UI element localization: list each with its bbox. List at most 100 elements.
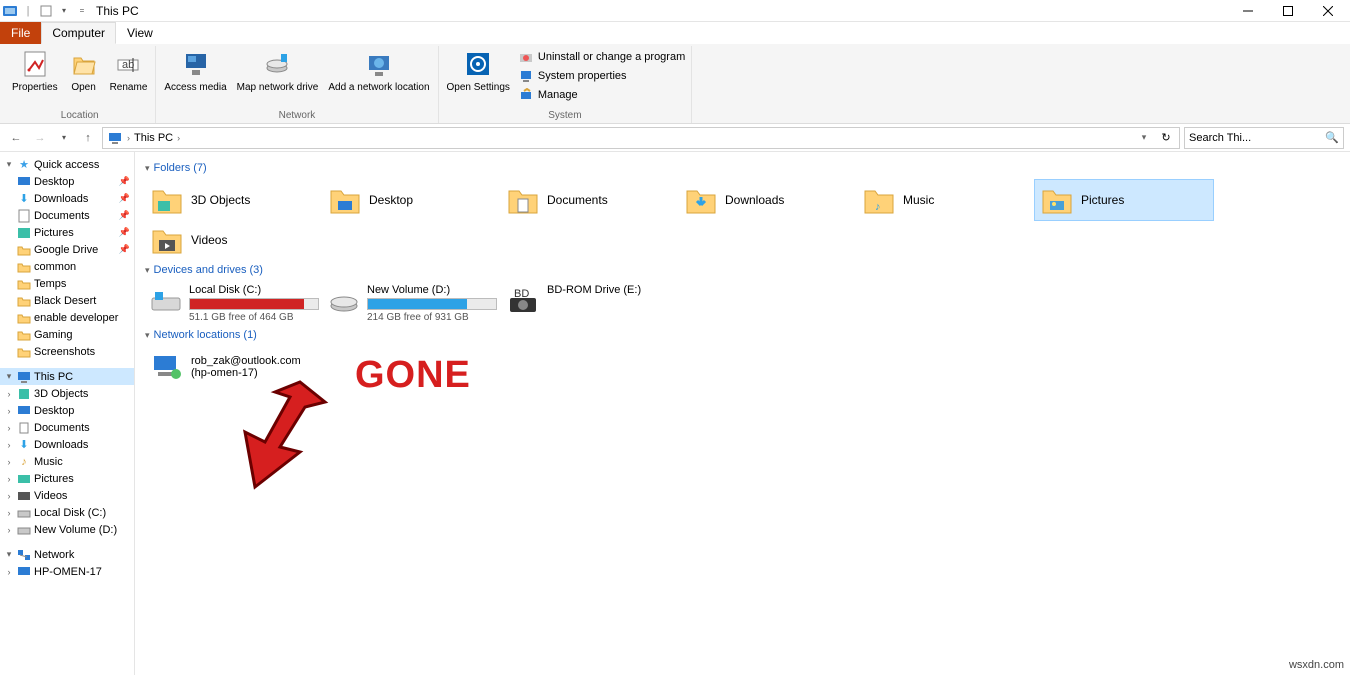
tab-file[interactable]: File bbox=[0, 22, 41, 44]
downloads-icon: ⬇ bbox=[16, 191, 32, 207]
uninstall-icon bbox=[518, 49, 534, 65]
documents-icon bbox=[16, 420, 32, 436]
nav-pc-item[interactable]: ›Videos bbox=[0, 487, 134, 504]
add-network-button[interactable]: Add a network location bbox=[324, 46, 433, 96]
nav-pc-item[interactable]: ›♪Music bbox=[0, 453, 134, 470]
nav-recent-button[interactable]: ▾ bbox=[54, 128, 74, 148]
folder-icon bbox=[16, 259, 32, 275]
section-network-locations[interactable]: Network locations (1) bbox=[145, 329, 1340, 341]
nav-qa-item[interactable]: Pictures📌 bbox=[0, 224, 134, 241]
drive-d[interactable]: New Volume (D:) 214 GB free of 931 GB bbox=[323, 282, 501, 325]
section-folders[interactable]: Folders (7) bbox=[145, 162, 1340, 174]
network-icon bbox=[16, 547, 32, 563]
nav-pc-item[interactable]: ›⬇Downloads bbox=[0, 436, 134, 453]
folder-tile-selected[interactable]: Pictures bbox=[1035, 180, 1213, 220]
disk-icon bbox=[149, 284, 183, 320]
desktop-icon bbox=[327, 182, 363, 218]
search-input[interactable]: Search Thi... 🔍 bbox=[1184, 127, 1344, 149]
system-props-button[interactable]: System properties bbox=[516, 67, 687, 85]
folder-tile[interactable]: ♪Music bbox=[857, 180, 1035, 220]
drive-c[interactable]: Local Disk (C:) 51.1 GB free of 464 GB bbox=[145, 282, 323, 325]
nav-network[interactable]: ▾Network bbox=[0, 546, 134, 563]
navigation-pane: ▾★Quick access Desktop📌 ⬇Downloads📌 Docu… bbox=[0, 152, 135, 675]
nav-qa-item[interactable]: Temps bbox=[0, 275, 134, 292]
ribbon: Properties Open ab Rename Location Acces… bbox=[0, 44, 1350, 124]
qat-dropdown-icon[interactable]: ▾ bbox=[56, 3, 72, 19]
nav-quick-access[interactable]: ▾★Quick access bbox=[0, 156, 134, 173]
folder-icon bbox=[16, 242, 32, 258]
nav-pc-item[interactable]: ›Documents bbox=[0, 419, 134, 436]
address-box[interactable]: ›This PC› ▾ ↻ bbox=[102, 127, 1180, 149]
documents-icon bbox=[16, 208, 32, 224]
nav-pc-item[interactable]: ›Local Disk (C:) bbox=[0, 504, 134, 521]
chevron-down-icon[interactable]: ▾ bbox=[1135, 132, 1153, 143]
nav-qa-item[interactable]: Documents📌 bbox=[0, 207, 134, 224]
open-button[interactable]: Open bbox=[64, 46, 104, 96]
pc-icon bbox=[107, 130, 123, 146]
videos-icon bbox=[16, 488, 32, 504]
nav-qa-item[interactable]: enable developer bbox=[0, 309, 134, 326]
maximize-button[interactable] bbox=[1268, 0, 1308, 22]
system-props-icon bbox=[518, 68, 534, 84]
disk-icon bbox=[16, 522, 32, 538]
ribbon-group-network: Access media Map network drive Add a net… bbox=[156, 46, 438, 123]
documents-icon bbox=[505, 182, 541, 218]
nav-qa-item[interactable]: Black Desert bbox=[0, 292, 134, 309]
search-icon: 🔍 bbox=[1325, 131, 1339, 144]
nav-qa-item[interactable]: Screenshots bbox=[0, 343, 134, 360]
access-media-icon bbox=[180, 48, 212, 80]
drive-e[interactable]: BD BD-ROM Drive (E:) bbox=[501, 282, 679, 325]
nav-net-item[interactable]: ›HP-OMEN-17 bbox=[0, 563, 134, 580]
minimize-button[interactable] bbox=[1228, 0, 1268, 22]
access-media-button[interactable]: Access media bbox=[160, 46, 230, 96]
tab-computer[interactable]: Computer bbox=[41, 22, 116, 44]
pin-icon: 📌 bbox=[119, 176, 130, 187]
ribbon-tabs: File Computer View bbox=[0, 22, 1350, 44]
annotation-arrow bbox=[230, 372, 330, 492]
folder-tile[interactable]: Downloads bbox=[679, 180, 857, 220]
pictures-icon bbox=[1039, 182, 1075, 218]
map-drive-button[interactable]: Map network drive bbox=[233, 46, 323, 96]
music-icon: ♪ bbox=[861, 182, 897, 218]
rename-button[interactable]: ab Rename bbox=[106, 46, 152, 96]
properties-button[interactable]: Properties bbox=[8, 46, 62, 96]
nav-qa-item[interactable]: Desktop📌 bbox=[0, 173, 134, 190]
3d-icon bbox=[149, 182, 185, 218]
folder-tile[interactable]: Desktop bbox=[323, 180, 501, 220]
close-button[interactable] bbox=[1308, 0, 1348, 22]
nav-qa-item[interactable]: ⬇Downloads📌 bbox=[0, 190, 134, 207]
qat-overflow-icon[interactable]: = bbox=[74, 3, 90, 19]
computer-icon bbox=[16, 564, 32, 580]
nav-back-button[interactable]: ← bbox=[6, 128, 26, 148]
folder-icon bbox=[16, 344, 32, 360]
nav-qa-item[interactable]: Gaming bbox=[0, 326, 134, 343]
folder-tile[interactable]: 3D Objects bbox=[145, 180, 323, 220]
rename-icon: ab bbox=[112, 48, 144, 80]
nav-qa-item[interactable]: common bbox=[0, 258, 134, 275]
open-settings-button[interactable]: Open Settings bbox=[443, 46, 514, 96]
nav-forward-button[interactable]: → bbox=[30, 128, 50, 148]
nav-pc-item[interactable]: ›New Volume (D:) bbox=[0, 521, 134, 538]
nav-this-pc[interactable]: ▾This PC bbox=[0, 368, 134, 385]
titlebar: | ▾ = This PC bbox=[0, 0, 1350, 22]
nav-up-button[interactable]: ↑ bbox=[78, 128, 98, 148]
svg-text:ab: ab bbox=[122, 59, 134, 71]
nav-qa-item[interactable]: Google Drive📌 bbox=[0, 241, 134, 258]
tab-view[interactable]: View bbox=[116, 22, 164, 44]
music-icon: ♪ bbox=[16, 454, 32, 470]
refresh-button[interactable]: ↻ bbox=[1157, 131, 1175, 144]
add-network-icon bbox=[363, 48, 395, 80]
nav-pc-item[interactable]: ›Desktop bbox=[0, 402, 134, 419]
pin-icon: 📌 bbox=[119, 210, 130, 221]
manage-button[interactable]: Manage bbox=[516, 86, 687, 104]
qat-properties-icon[interactable] bbox=[38, 3, 54, 19]
pictures-icon bbox=[16, 225, 32, 241]
ribbon-group-location: Properties Open ab Rename Location bbox=[4, 46, 156, 123]
folder-tile[interactable]: Documents bbox=[501, 180, 679, 220]
nav-pc-item[interactable]: ›Pictures bbox=[0, 470, 134, 487]
uninstall-button[interactable]: Uninstall or change a program bbox=[516, 48, 687, 66]
folder-tile[interactable]: Videos bbox=[145, 220, 323, 260]
pc-icon bbox=[16, 369, 32, 385]
section-drives[interactable]: Devices and drives (3) bbox=[145, 264, 1340, 276]
nav-pc-item[interactable]: ›3D Objects bbox=[0, 385, 134, 402]
